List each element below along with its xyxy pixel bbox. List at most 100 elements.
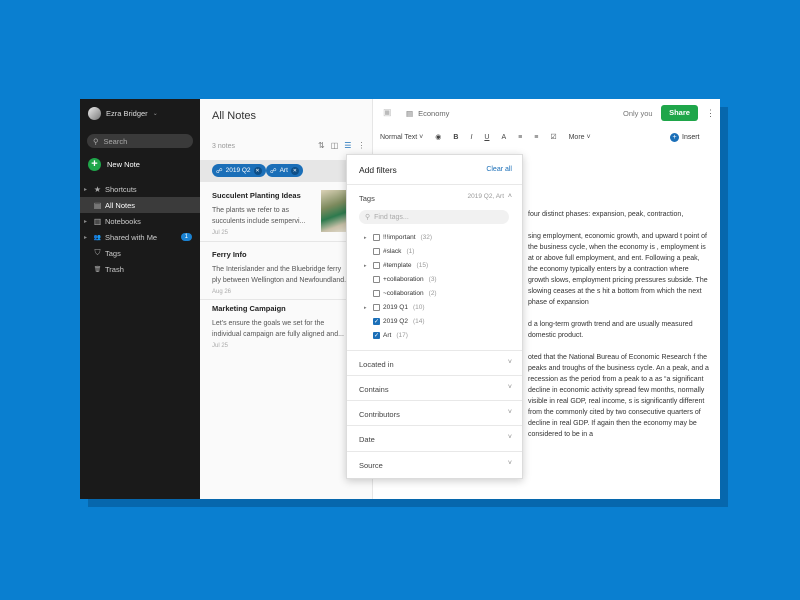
sidebar-item-all-notes[interactable]: ▤ All Notes (80, 197, 200, 213)
avatar (88, 107, 101, 120)
tag-search-input[interactable]: ⚲ Find tags... (359, 210, 509, 224)
user-menu[interactable]: Ezra Bridger ⌄ (88, 107, 158, 120)
filters-panel: Add filters Clear all Tags ˄ 2019 Q2, Ar… (346, 154, 523, 479)
bold-icon[interactable]: B (453, 134, 458, 141)
checkbox[interactable] (373, 234, 380, 241)
located-in-section[interactable]: Located in ˅ (347, 350, 522, 375)
sidebar-item-label: Tags (105, 248, 121, 258)
sidebar-item-trash[interactable]: 🗑 Trash (80, 261, 200, 277)
notebook-selector[interactable]: ▤ Economy (406, 109, 449, 118)
trash-icon: 🗑 (93, 266, 102, 273)
tag-name: 2019 Q1 (383, 304, 408, 311)
more-dropdown[interactable]: More ˅ (569, 134, 591, 141)
caret-right-icon[interactable]: ▸ (364, 263, 370, 269)
bullet-list-icon[interactable]: ≡ (518, 134, 522, 141)
star-icon: ★ (93, 184, 102, 194)
sidebar-nav: ▸ ★ Shortcuts ▤ All Notes ▸ ▥ Notebooks … (80, 181, 200, 277)
sort-icon[interactable]: ⇅ (318, 141, 325, 150)
filter-chip[interactable]: ☍ Art ✕ (266, 164, 303, 177)
tag-search-placeholder: Find tags... (374, 213, 409, 221)
notebook-icon: ▤ (406, 109, 414, 118)
tag-count: (14) (412, 318, 425, 325)
sidebar-item-label: All Notes (105, 200, 136, 210)
checkbox-checked[interactable]: ✓ (373, 332, 380, 339)
italic-icon[interactable]: I (470, 134, 472, 141)
image-icon[interactable]: ▣ (383, 107, 392, 118)
date-section[interactable]: Date ˅ (347, 425, 522, 450)
tag-icon: ⛉ (94, 248, 101, 257)
new-note-button[interactable]: + New Note (88, 158, 140, 171)
share-button[interactable]: Share (661, 105, 698, 121)
editor-header: ▣ ▤ Economy Only you Share ⋮ (373, 99, 720, 129)
sidebar-item-notebooks[interactable]: ▸ ▥ Notebooks (80, 213, 200, 229)
more-icon[interactable]: ⋮ (357, 141, 365, 150)
tag-option[interactable]: +collaboration (3) (364, 276, 437, 283)
caret-right-icon[interactable]: ▸ (364, 305, 370, 311)
highlight-icon[interactable]: A (501, 134, 506, 141)
tag-option[interactable]: #slack (1) (364, 248, 414, 255)
filter-chip[interactable]: ☍ 2019 Q2 ✕ (212, 164, 266, 177)
style-label: Normal Text (380, 133, 418, 141)
caret-right-icon[interactable]: ▸ (84, 186, 90, 193)
numbered-list-icon[interactable]: ≡ (534, 134, 538, 141)
sidebar-item-label: Trash (105, 264, 124, 274)
more-label: More (568, 133, 585, 141)
source-section[interactable]: Source ˅ (347, 451, 522, 476)
note-count: 3 notes (212, 143, 235, 150)
count-badge: 1 (180, 233, 192, 241)
caret-right-icon[interactable]: ▸ (364, 235, 370, 241)
insert-label: Insert (682, 134, 700, 141)
search-input[interactable]: ⚲ Search (87, 134, 193, 148)
chevron-down-icon: ⌄ (152, 111, 158, 117)
caret-right-icon[interactable]: ▸ (84, 234, 90, 241)
list-item[interactable]: Ferry Info The Interislander and the Blu… (212, 250, 362, 295)
checkbox[interactable] (373, 248, 380, 255)
view-icon[interactable]: ◫ (331, 141, 339, 150)
checkbox[interactable] (373, 290, 380, 297)
close-icon[interactable]: ✕ (253, 166, 262, 175)
plus-icon: + (88, 158, 101, 171)
tag-option[interactable]: ✓ 2019 Q2 (14) (364, 318, 425, 325)
tag-count: (1) (406, 248, 415, 255)
tag-option[interactable]: ▸ #template (15) (364, 262, 428, 269)
section-label: Contributors (359, 410, 400, 419)
clear-all-link[interactable]: Clear all (486, 166, 512, 173)
checklist-icon[interactable]: ☑ (550, 133, 556, 141)
user-name: Ezra Bridger (106, 109, 148, 118)
caret-right-icon[interactable]: ▸ (84, 218, 90, 225)
note-icon: ▤ (93, 200, 102, 210)
tag-icon: ☍ (216, 167, 223, 175)
tag-option[interactable]: ▸ 2019 Q1 (10) (364, 304, 425, 311)
checkbox[interactable] (373, 304, 380, 311)
chip-label: 2019 Q2 (225, 167, 251, 174)
search-placeholder: Search (103, 136, 128, 146)
contributors-section[interactable]: Contributors ˅ (347, 400, 522, 425)
sidebar-item-shortcuts[interactable]: ▸ ★ Shortcuts (80, 181, 200, 197)
note-title: Marketing Campaign (212, 304, 286, 313)
list-item[interactable]: Marketing Campaign Let's ensure the goal… (212, 304, 362, 349)
more-icon[interactable]: ⋮ (706, 108, 715, 119)
insert-button[interactable]: + Insert (670, 133, 700, 142)
tag-count: (17) (396, 332, 408, 339)
checkbox[interactable] (373, 262, 380, 269)
tag-option[interactable]: ~collaboration (2) (364, 290, 437, 297)
close-icon[interactable]: ✕ (290, 166, 299, 175)
checkbox[interactable] (373, 276, 380, 283)
style-dropdown[interactable]: Normal Text ˅ (380, 134, 423, 141)
app-window: Ezra Bridger ⌄ ⚲ Search + New Note ▸ ★ S… (80, 99, 720, 499)
filter-icon[interactable]: ☰ (344, 141, 351, 150)
people-icon: 👥 (93, 234, 102, 241)
checkbox-checked[interactable]: ✓ (373, 318, 380, 325)
tag-name: !!!important (383, 234, 416, 241)
color-icon[interactable]: ◉ (435, 133, 441, 141)
sidebar-item-shared[interactable]: ▸ 👥 Shared with Me 1 (80, 229, 200, 245)
contains-section[interactable]: Contains ˅ (347, 375, 522, 400)
tag-option[interactable]: ✓ Art (17) (364, 332, 408, 339)
chevron-up-icon[interactable]: ˄ (508, 193, 512, 200)
sidebar-item-label: Shared with Me (105, 232, 158, 242)
underline-icon[interactable]: U (484, 134, 489, 141)
tag-option[interactable]: ▸ !!!important (32) (364, 234, 432, 241)
notebook-name: Economy (418, 109, 450, 118)
sidebar-item-tags[interactable]: ⛉ Tags (80, 245, 200, 261)
tag-count: (32) (420, 234, 433, 241)
